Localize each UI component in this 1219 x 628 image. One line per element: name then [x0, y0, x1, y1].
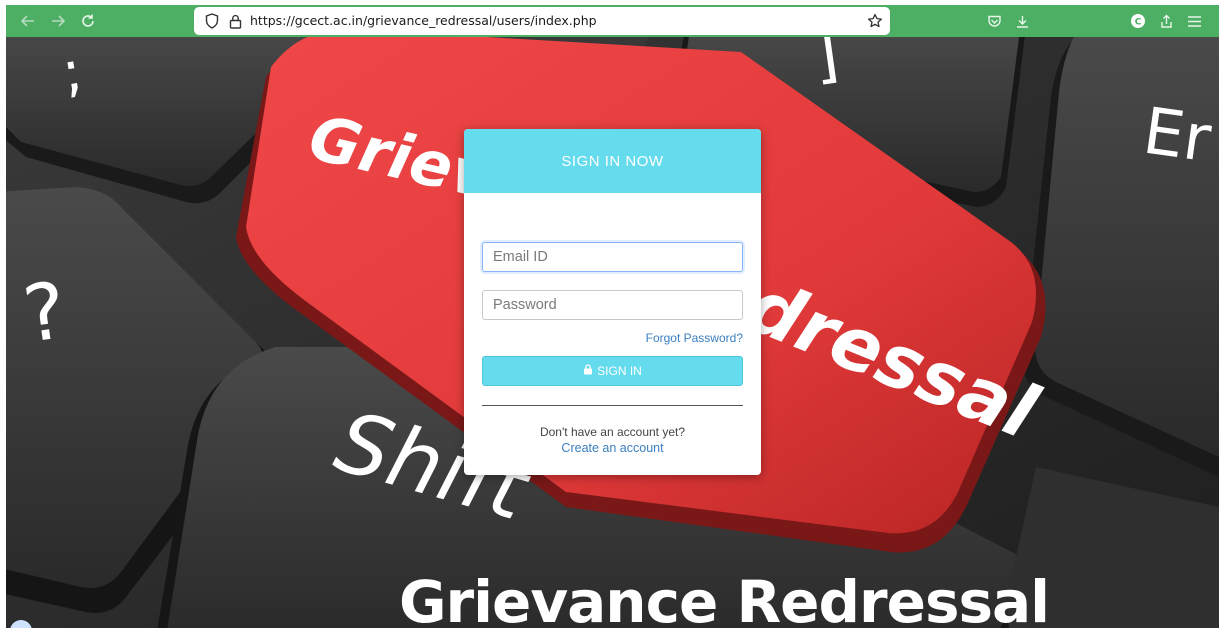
reload-icon[interactable] — [74, 5, 102, 37]
sign-in-button[interactable]: SIGN IN — [482, 356, 743, 386]
browser-toolbar: https://gcect.ac.in/grievance_redressal/… — [6, 5, 1219, 37]
login-title: SIGN IN NOW — [561, 152, 664, 170]
forward-icon[interactable] — [44, 5, 72, 37]
divider — [482, 405, 743, 406]
password-field[interactable] — [482, 290, 743, 320]
svg-text:C: C — [1135, 17, 1142, 27]
forgot-password-link[interactable]: Forgot Password? — [646, 331, 743, 345]
login-card: SIGN IN NOW Forgot Password? SIGN IN Don… — [464, 129, 761, 475]
url-text[interactable]: https://gcect.ac.in/grievance_redressal/… — [250, 7, 597, 35]
url-bar[interactable]: https://gcect.ac.in/grievance_redressal/… — [194, 7, 890, 35]
bookmark-star-icon[interactable] — [864, 7, 886, 35]
download-icon[interactable] — [1009, 5, 1035, 37]
create-account-link[interactable]: Create an account — [464, 441, 761, 455]
back-icon[interactable] — [14, 5, 42, 37]
banner-title: Grievance Redressal — [399, 568, 1049, 628]
email-field[interactable] — [482, 242, 743, 272]
no-account-text: Don't have an account yet? — [539, 425, 686, 439]
key-label-enter: Er — [1139, 95, 1216, 178]
lock-icon — [583, 364, 593, 378]
share-icon[interactable] — [1153, 5, 1179, 37]
shield-icon[interactable] — [202, 7, 222, 35]
login-card-header: SIGN IN NOW — [464, 129, 761, 193]
profile-icon[interactable]: C — [1125, 5, 1151, 37]
sign-in-label: SIGN IN — [597, 364, 642, 378]
menu-icon[interactable] — [1181, 5, 1207, 37]
pocket-icon[interactable] — [981, 5, 1007, 37]
lock-icon[interactable] — [225, 7, 245, 35]
